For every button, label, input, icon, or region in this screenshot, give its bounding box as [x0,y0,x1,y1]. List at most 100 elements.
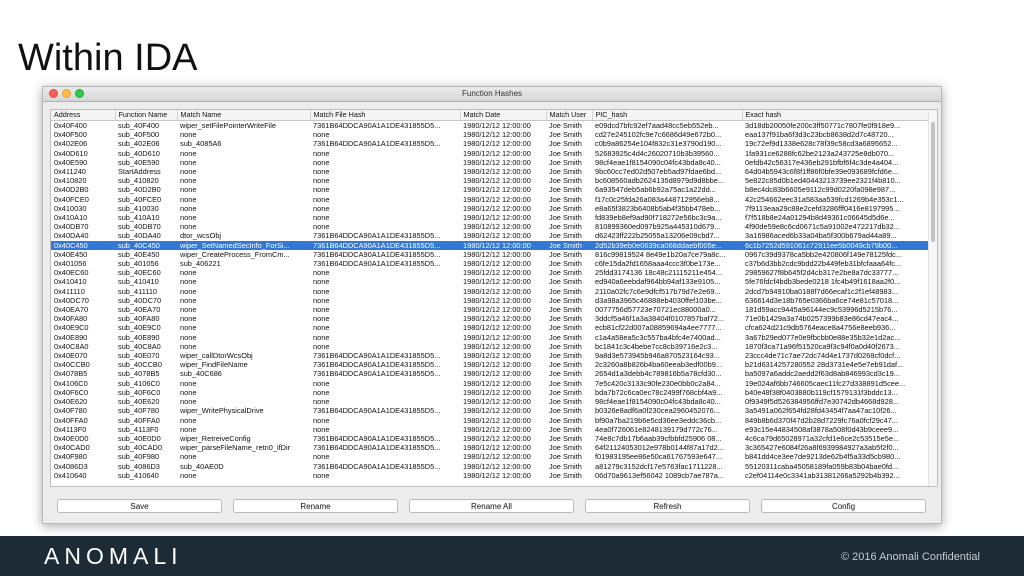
cell-match-file-hash: none [313,415,330,425]
table-row[interactable]: 0x40E9C0 sub_40E9C0 none none 1980/12/12 12:… [51,323,928,332]
table-row[interactable]: 0x4086D3 sub_4086D3 sub_40AE0D 7361B64DDCA9… [51,462,928,471]
cell-pic-hash: 2110a02fc7c6e9dfcf517b79d7e2e69... [595,286,721,296]
cell-exact-hash: b40e48f38f0403880b119cf1579131f3bddc13..… [745,387,898,397]
column-header-pic-hash[interactable]: PIC_hash [592,110,743,121]
cell-function-name: sub_40FA80 [118,314,160,324]
table-row[interactable]: 0x410A10 sub_410A10 none none 1980/12/12 12:… [51,213,928,222]
table-row[interactable]: 0x410640 sub_410640 none none 1980/12/12 12:… [51,471,928,480]
cell-match-name: wiper_FindFileName [180,360,248,370]
cell-match-file-hash: none [313,397,330,407]
cell-exact-hash: 2dcd7b94910ba0188f7d66ecaf1c2f1ef48983..… [745,286,898,296]
cell-exact-hash: b841dd4ce3ee7de9213de62b4f5a33d5cb980... [745,452,901,462]
cell-match-user: Joe Smith [549,351,582,361]
table-row[interactable]: 0x40F6C0 sub_40F6C0 none none 1980/12/12 12:… [51,388,928,397]
table-row[interactable]: 0x410820 sub_410820 none none 1980/12/12 12:… [51,176,928,185]
table-row[interactable]: 0x40EC60 sub_40EC60 none none 1980/12/12 12:… [51,268,928,277]
cell-function-name: sub_40C450 [115,240,177,250]
table-row[interactable]: 0x40F780 sub_40F780 wiper_WritePhysicalDri… [51,406,928,415]
table-row[interactable]: 0x40EA70 sub_40EA70 none none 1980/12/12 12:… [51,305,928,314]
table-row[interactable]: 0x40E890 sub_40E890 none none 1980/12/12 12:… [51,333,928,342]
cell-pic-hash: bda7b72c6ca0ec78c2499f768cbf4a9... [595,387,723,397]
column-header-match-user[interactable]: Match User [546,110,593,121]
table-row[interactable]: 0x402E06 sub_402E06 sub_4085A6 7361B64DDCA9… [51,139,928,148]
table-row[interactable]: 0x411110 sub_411110 none none 1980/12/12 12:… [51,287,928,296]
cell-match-user: Joe Smith [549,452,582,462]
table-row[interactable]: 0x40E0D0 sub_40E0D0 wiper_RetreiveConfig 73… [51,434,928,443]
cell-match-user: Joe Smith [549,295,582,305]
column-header-exact-hash[interactable]: Exact hash [742,110,929,121]
cell-match-user: Joe Smith [549,415,582,425]
cell-address: 0x40EA70 [54,305,89,315]
table-row[interactable]: 0x40F500 sub_40F500 none none 1980/12/12 12:… [51,130,928,139]
cell-function-name: sub_40F780 [118,406,160,416]
cell-match-user: Joe Smith [549,286,582,296]
table-row[interactable]: 0x40CCB0 sub_40CCB0 wiper_FindFileName 7361… [51,360,928,369]
cell-match-name: none [180,194,197,204]
cell-match-user: Joe Smith [549,332,582,342]
table-row[interactable]: 0x411240 StartAddress none none 1980/12/12 1… [51,167,928,176]
cell-function-name: sub_4106C0 [118,378,160,388]
cell-function-name: sub_40F6C0 [118,387,161,397]
cell-address: 0x40E9C0 [54,323,89,333]
table-row[interactable]: 0x40FCE0 sub_40FCE0 none none 1980/12/12 12:… [51,195,928,204]
window-titlebar[interactable]: Function Hashes [43,87,941,102]
cell-pic-hash: 74e8c7db17b6aab39cfbbfd25906 08... [595,433,722,443]
table-row[interactable]: 0x40FA80 sub_40FA80 none none 1980/12/12 12:… [51,314,928,323]
cell-exact-hash: f7f518b8e24a01294b8d49361c06645d5d6e... [745,213,895,223]
table-row[interactable]: 0x40E070 sub_40E070 wiper_callDtorWcsObj 73… [51,351,928,360]
cell-match-file-hash: none [313,213,330,223]
table-row[interactable]: 0x4113F0 sub_4113F0 none none 1980/12/12 12:… [51,425,928,434]
column-header-match-name[interactable]: Match Name [177,110,311,121]
cell-match-user: Joe Smith [549,148,582,158]
column-header-function-name[interactable]: Function Name [115,110,178,121]
config-button[interactable]: Config [761,499,926,513]
cell-address: 0x411110 [54,286,85,296]
table-row[interactable]: 0x4078B5 sub_4078B5 sub_40C686 7361B64DDCA9… [51,369,928,378]
table-row[interactable]: 0x410410 sub_410410 none none 1980/12/12 12:… [51,277,928,286]
cell-match-user: Joe Smith [549,259,582,269]
scrollbar-thumb[interactable] [931,122,935,242]
table-row[interactable]: 0x401056 sub_401056 sub_406221 7361B64DDCA9… [51,259,928,268]
table-row[interactable]: 0x4106C0 sub_4106C0 none none 1980/12/12 12:… [51,379,928,388]
cell-match-file-hash: 7361B64DDCA90A1A1DE431855D5... [313,360,441,370]
vertical-scrollbar[interactable] [928,110,937,486]
table-row[interactable]: 0x410030 sub_410030 none none 1980/12/12 12:… [51,204,928,213]
column-header-address[interactable]: Address [51,110,116,121]
table-row[interactable]: 0x40DB70 sub_40DB70 none none 1980/12/12 12:… [51,222,928,231]
cell-match-user: Joe Smith [549,461,582,471]
table-row[interactable]: 0x40D2B0 sub_40D2B0 none none 1980/12/12 12:… [51,185,928,194]
table-row[interactable]: 0x40C8A0 sub_40C8A0 none none 1980/12/12 12:… [51,342,928,351]
cell-match-date: 1980/12/12 12:00:00 [463,231,531,241]
cell-function-name: sub_40EC60 [118,268,161,278]
table-row[interactable]: 0x40DC70 sub_40DC70 none none 1980/12/12 12:… [51,296,928,305]
column-header-match-file-hash[interactable]: Match File Hash [310,110,461,121]
cell-function-name: sub_40F500 [118,130,160,140]
cell-function-name: sub_40E9C0 [118,323,161,333]
rename-all-button[interactable]: Rename All [409,499,574,513]
table-row[interactable]: 0x40E450 sub_40E450 wiper_CreateProcess_Fr… [51,250,928,259]
table-row[interactable]: 0x40C450 sub_40C450 wiper_SetNamedSecInfo_… [51,240,928,250]
rename-button[interactable]: Rename [233,499,398,513]
table-row[interactable]: 0x40E590 sub_40E590 none none 1980/12/12 12:… [51,158,928,167]
cell-exact-hash: 1870f3ca71a96f51520ca9f3c94f0a0d40f2673.… [745,341,900,351]
cell-match-date: 1980/12/12 12:00:00 [463,387,531,397]
table-row[interactable]: 0x40F980 sub_40F980 none none 1980/12/12 12:… [51,452,928,461]
table-row[interactable]: 0x40D610 sub_40D610 none none 1980/12/12 12:… [51,149,928,158]
save-button[interactable]: Save [57,499,222,513]
refresh-button[interactable]: Refresh [585,499,750,513]
table-row[interactable]: 0x40DA40 sub_40DA40 dtor_wcsObj 7361B64DDCA… [51,231,928,240]
column-header-match-date[interactable]: Match Date [460,110,547,121]
function-hash-table: Address Function Name Match Name Match F… [51,110,929,480]
cell-address: 0x40FCE0 [54,194,89,204]
table-row[interactable]: 0x40E620 sub_40E620 none none 1980/12/12 12:… [51,397,928,406]
table-row[interactable]: 0x40F400 sub_40F400 wiper_setFilePointerWr… [51,121,928,131]
table-row[interactable]: 0x40CAD0 sub_40CAD0 wiper_parseFileName_re… [51,443,928,452]
cell-pic-hash: c1a4a58ea5c3c557ba4bfc4e7400ad... [595,332,721,342]
cell-exact-hash: 0967c39d9378ca5bb2e420806f149e78125fdc..… [745,249,902,259]
cell-match-file-hash: 7361B64DDCA90A1A1DE431855D5... [313,406,441,416]
cell-match-name: none [180,332,197,342]
cell-exact-hash: 3a67b29ed077e0e9fbcbb0e88e35b32e1d2ac... [745,332,901,342]
cell-address: 0x4086D3 [54,461,88,471]
table-row[interactable]: 0x40FFA0 sub_40FFA0 none none 1980/12/12 12:… [51,416,928,425]
cell-address: 0x40F980 [54,452,87,462]
